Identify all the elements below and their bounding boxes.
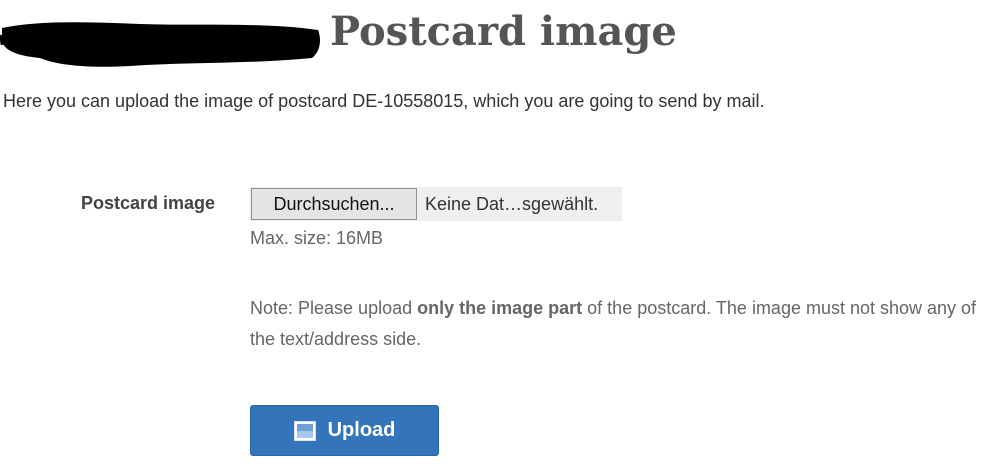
image-icon [293,420,316,441]
upload-note: Note: Please upload only the image part … [250,293,990,355]
file-status-text: Keine Dat…sgewählt. [425,193,599,214]
postcard-image-label: Postcard image [81,193,216,213]
file-input[interactable]: Durchsuchen... Keine Dat…sgewählt. [250,187,622,221]
max-size-hint: Max. size: 16MB [250,228,384,248]
upload-button[interactable]: Upload [250,405,439,456]
redacted-logo [0,22,320,67]
page-title: Postcard image [330,8,677,55]
note-prefix: Note: Please upload [250,298,418,318]
note-emphasis: only the image part [417,298,583,318]
upload-button-label: Upload [327,419,396,441]
browse-button[interactable]: Durchsuchen... [251,188,417,220]
intro-text: Here you can upload the image of postcar… [3,91,765,111]
